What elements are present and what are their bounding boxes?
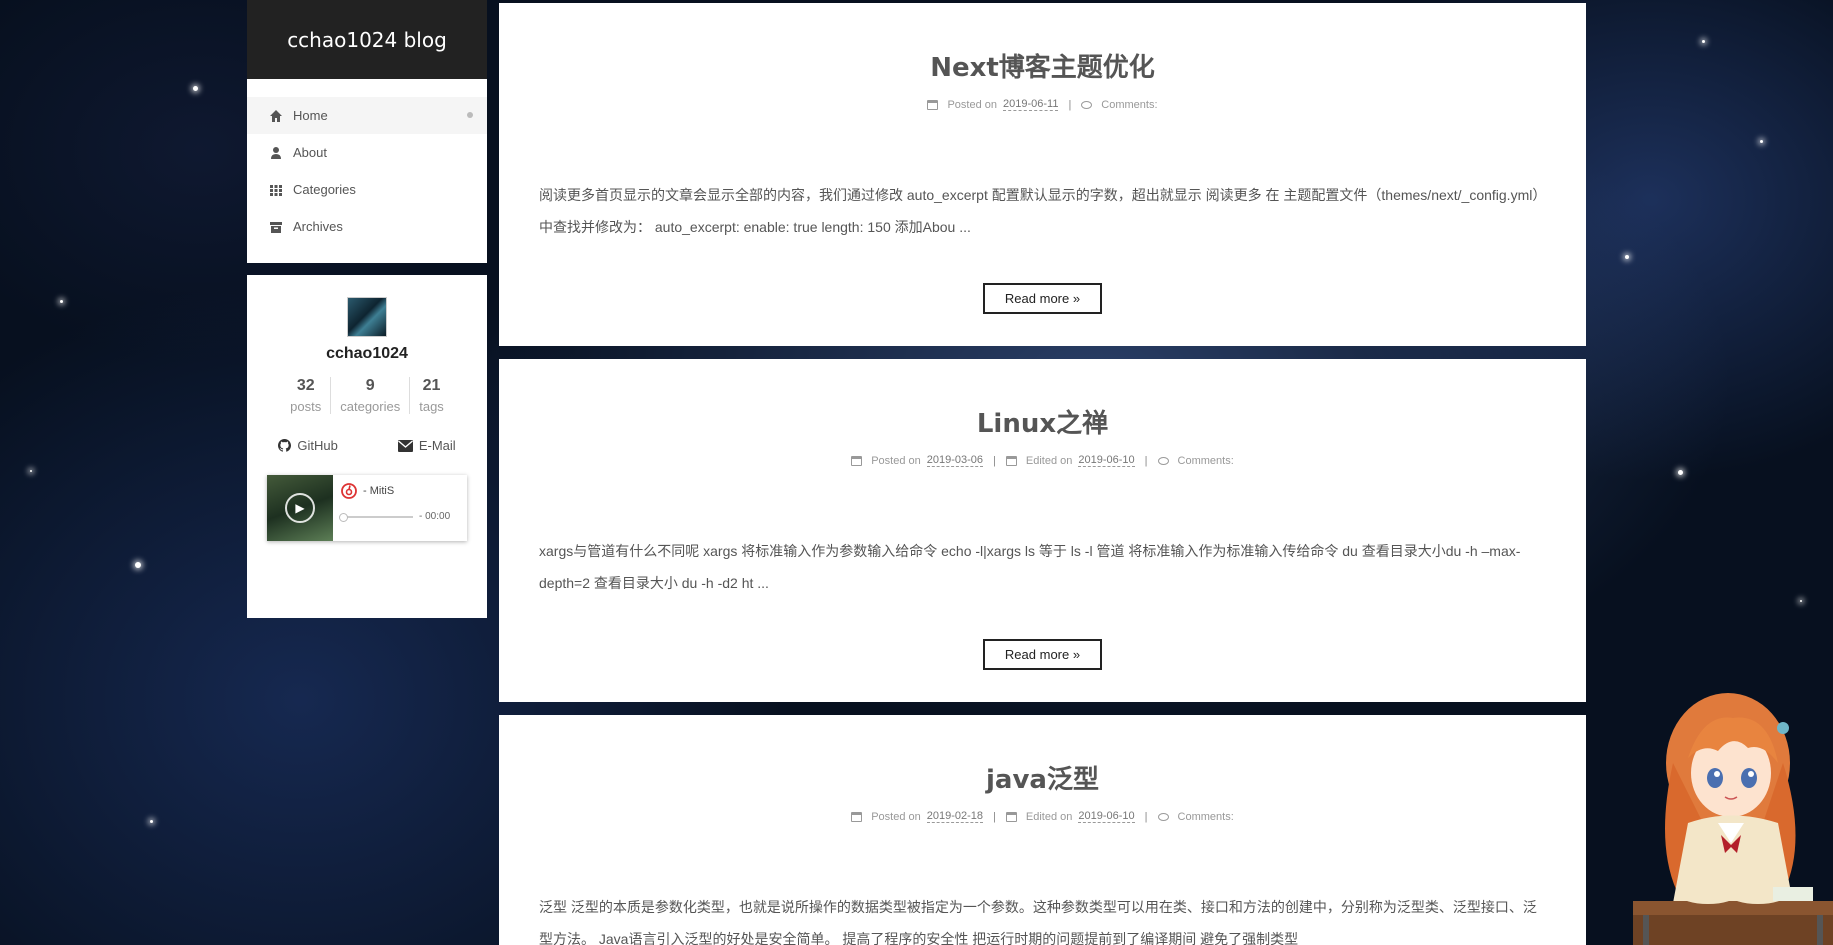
post-card: java泛型 Posted on 2019-02-18 | Edited on … xyxy=(499,715,1586,945)
stat-label: posts xyxy=(290,399,322,414)
meta-separator: | xyxy=(1144,810,1148,823)
stat-count: 21 xyxy=(422,377,441,394)
comment-icon xyxy=(1157,456,1169,465)
post-excerpt: 阅读更多首页显示的文章会显示全部的内容，我们通过修改 auto_excerpt … xyxy=(539,187,1540,235)
posted-date: 2019-02-18 xyxy=(926,810,984,823)
edited-label: Edited on xyxy=(1025,810,1073,823)
menu-item-label: About xyxy=(293,145,327,160)
menu-item-home[interactable]: Home xyxy=(247,97,487,134)
author-profile: cchao1024 32 posts 9 categories 21 tags … xyxy=(247,275,487,618)
posted-label: Posted on xyxy=(947,98,997,111)
comment-icon xyxy=(1157,812,1169,821)
social-links: GitHub E-Mail xyxy=(247,438,487,453)
stat-label: categories xyxy=(340,399,401,414)
meta-separator: | xyxy=(993,454,996,467)
track-time: - 00:00 xyxy=(419,511,451,522)
player-info: - MitiS - 00:00 xyxy=(333,475,467,541)
post-meta: Posted on 2019-03-06 | Edited on 2019-06… xyxy=(499,454,1586,467)
author-name: cchao1024 xyxy=(326,345,408,362)
github-icon xyxy=(278,439,292,452)
site-title[interactable]: cchao1024 blog xyxy=(287,28,447,52)
github-link[interactable]: GitHub xyxy=(278,438,338,453)
stat-count: 9 xyxy=(365,377,375,394)
calendar-icon xyxy=(851,455,863,466)
stat-posts[interactable]: 32 posts xyxy=(281,377,330,414)
posted-date: 2019-06-11 xyxy=(1002,98,1059,111)
read-more-button[interactable]: Read more » xyxy=(982,283,1103,314)
edited-date: 2019-06-10 xyxy=(1078,810,1135,823)
music-player: ▶ - MitiS - 00:00 xyxy=(267,475,467,541)
posted-date: 2019-03-06 xyxy=(926,454,984,467)
menu-item-categories[interactable]: Categories xyxy=(247,171,487,208)
active-indicator-dot xyxy=(467,112,473,118)
posted-label: Posted on xyxy=(871,454,921,467)
read-more-button[interactable]: Read more » xyxy=(982,639,1103,670)
track-title: - MitiS xyxy=(363,485,395,497)
site-brand[interactable]: cchao1024 blog xyxy=(247,0,487,79)
menu-item-label: Categories xyxy=(293,182,356,197)
stat-count: 32 xyxy=(296,377,315,394)
avatar xyxy=(347,297,387,337)
post-meta: Posted on 2019-02-18 | Edited on 2019-06… xyxy=(499,810,1586,823)
post-card: Linux之禅 Posted on 2019-03-06 | Edited on… xyxy=(499,359,1586,702)
progress-slider[interactable] xyxy=(339,512,413,522)
posted-label: Posted on xyxy=(871,810,921,823)
menu-item-about[interactable]: About xyxy=(247,134,487,171)
home-icon xyxy=(269,109,283,123)
stat-label: tags xyxy=(419,399,444,414)
calendar-icon xyxy=(927,99,939,110)
stat-categories[interactable]: 9 categories xyxy=(330,377,409,414)
comment-icon xyxy=(1081,100,1093,109)
post-title[interactable]: Next博客主题优化 xyxy=(499,47,1586,84)
edited-label: Edited on xyxy=(1025,454,1073,467)
post-title[interactable]: Linux之禅 xyxy=(499,403,1586,440)
calendar-icon xyxy=(851,811,863,822)
post-meta: Posted on 2019-06-11 | Comments: xyxy=(499,98,1586,111)
post-title[interactable]: java泛型 xyxy=(499,759,1586,796)
envelope-icon xyxy=(397,439,413,452)
stat-tags[interactable]: 21 tags xyxy=(409,377,453,414)
github-link-label: GitHub xyxy=(297,438,338,453)
email-link[interactable]: E-Mail xyxy=(397,438,456,453)
post-excerpt: xargs与管道有什么不同呢 xargs 将标准输入作为参数输入给命令 echo… xyxy=(539,543,1521,591)
menu-item-label: Archives xyxy=(293,219,343,234)
play-icon[interactable]: ▶ xyxy=(285,493,315,523)
comments-label: Comments: xyxy=(1177,810,1234,823)
post-excerpt: 泛型 泛型的本质是参数化类型，也就是说所操作的数据类型被指定为一个参数。这种参数… xyxy=(539,899,1537,945)
edited-date: 2019-06-10 xyxy=(1078,454,1135,467)
comments-label: Comments: xyxy=(1177,454,1234,467)
netease-music-icon xyxy=(341,483,357,499)
comments-label: Comments: xyxy=(1101,98,1158,111)
grid-icon xyxy=(269,183,283,197)
post-card: Next博客主题优化 Posted on 2019-06-11 | Commen… xyxy=(499,3,1586,346)
meta-separator: | xyxy=(993,810,996,823)
menu-item-label: Home xyxy=(293,108,328,123)
meta-separator: | xyxy=(1068,98,1072,111)
email-link-label: E-Mail xyxy=(418,438,456,453)
user-icon xyxy=(269,146,283,160)
site-nav-menu: Home About Categories Archives xyxy=(247,79,487,263)
live2d-mascot[interactable] xyxy=(1633,673,1833,945)
meta-separator: | xyxy=(1144,454,1148,467)
site-stats: 32 posts 9 categories 21 tags xyxy=(247,377,487,414)
menu-item-archives[interactable]: Archives xyxy=(247,208,487,245)
calendar-check-icon xyxy=(1005,455,1017,466)
album-cover[interactable]: ▶ xyxy=(267,475,333,541)
archive-icon xyxy=(269,220,283,234)
calendar-check-icon xyxy=(1005,811,1017,822)
